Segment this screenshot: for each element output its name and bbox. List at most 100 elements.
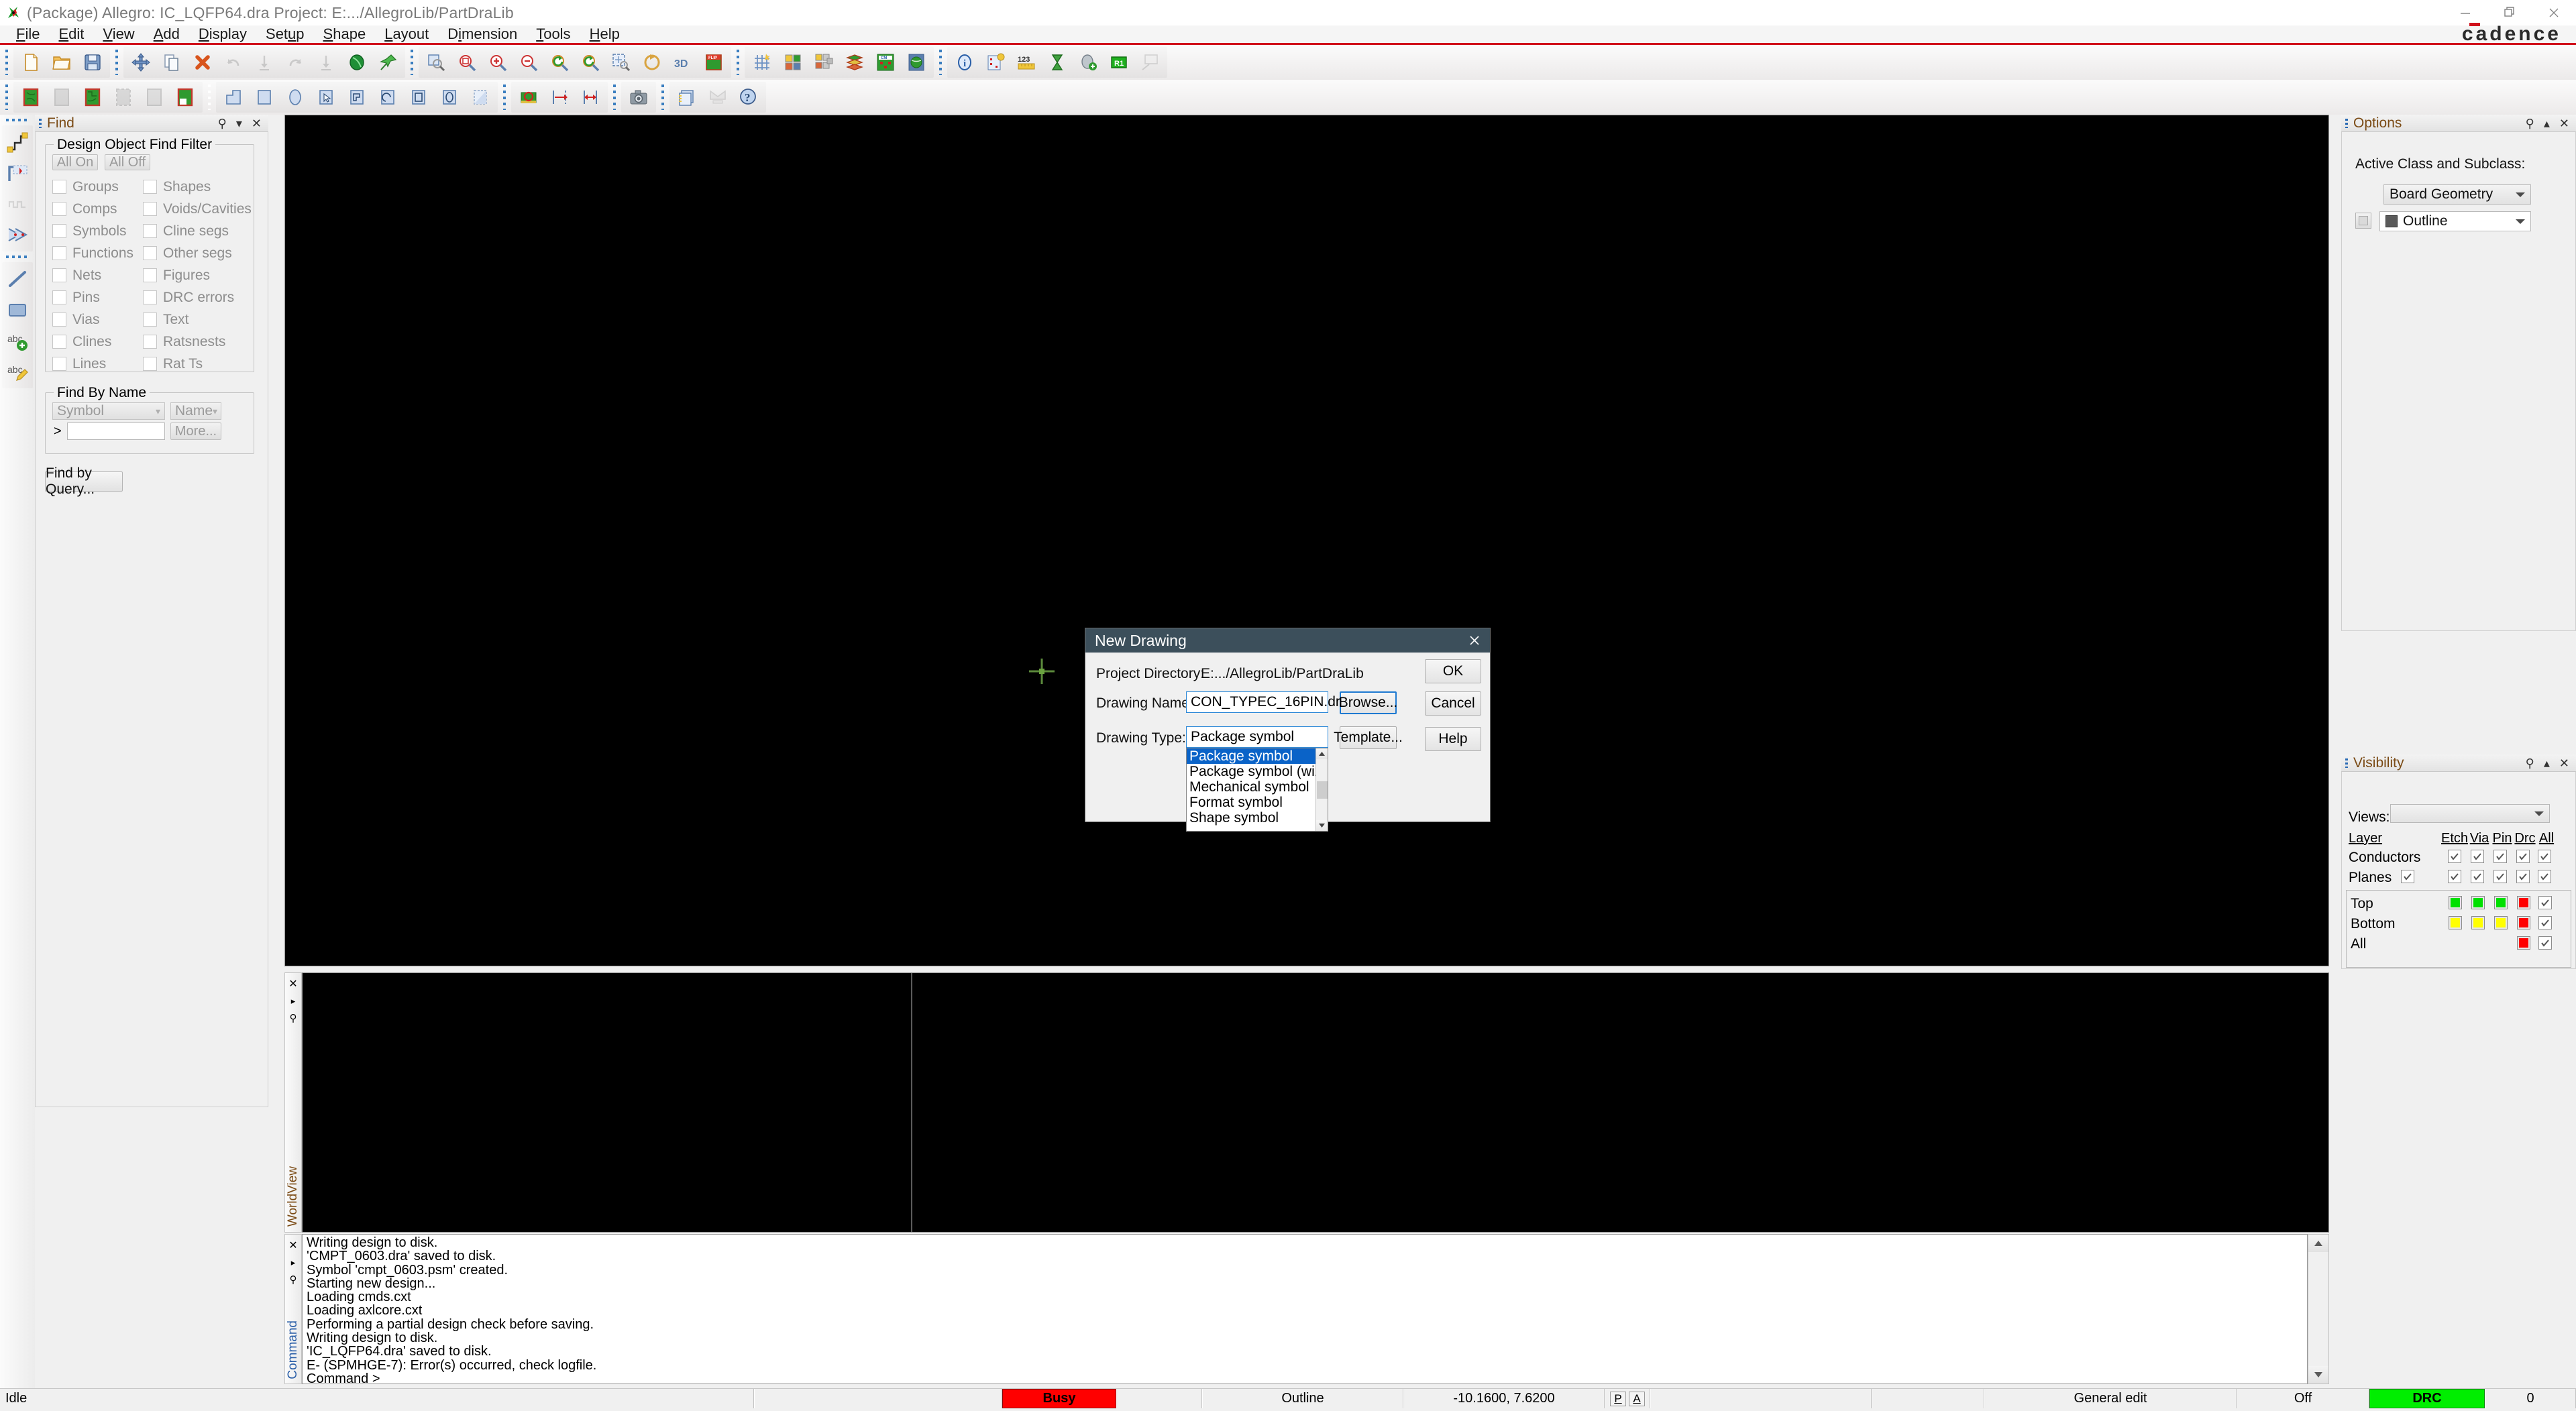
hourglass-icon[interactable] <box>1043 48 1071 76</box>
shape-rect-icon[interactable] <box>405 83 433 111</box>
dropdown-option-package-symbol[interactable]: Package symbol <box>1187 748 1316 764</box>
pin-icon[interactable]: ⚲ <box>290 1012 297 1024</box>
checkbox[interactable] <box>143 290 157 304</box>
find-filter-cline-segs[interactable]: Cline segs <box>143 220 254 242</box>
net-globe-icon[interactable] <box>343 48 371 76</box>
design-canvas[interactable] <box>284 115 2329 966</box>
template-button[interactable]: Template... <box>1334 726 1403 749</box>
shape-arc-icon[interactable] <box>374 83 402 111</box>
screenshot-camera-icon[interactable] <box>625 83 653 111</box>
planes-via-checkbox[interactable] <box>2471 870 2484 883</box>
place-component-icon[interactable] <box>515 83 543 111</box>
planes-pin-checkbox[interactable] <box>2493 870 2507 883</box>
bottom-all-checkbox[interactable] <box>2538 916 2552 929</box>
top-drc-color[interactable] <box>2517 896 2530 909</box>
planes-drc-checkbox[interactable] <box>2516 870 2530 883</box>
checkbox[interactable] <box>52 268 66 282</box>
copy-icon[interactable] <box>158 48 186 76</box>
pin-icon[interactable]: ⚲ <box>290 1274 297 1286</box>
conductors-drc-checkbox[interactable] <box>2516 850 2530 863</box>
help-button[interactable]: Help <box>1425 727 1481 751</box>
active-subclass-select[interactable]: Outline <box>2379 211 2531 231</box>
redraw-icon[interactable] <box>638 48 666 76</box>
pin-icon[interactable]: ⚲ <box>2526 757 2534 769</box>
zoom-center-icon[interactable] <box>576 48 604 76</box>
dropdown-option-mechanical-symbol[interactable]: Mechanical symbol <box>1187 779 1328 795</box>
find-more-button[interactable]: More... <box>170 422 221 440</box>
planes-all-checkbox[interactable] <box>2538 870 2551 883</box>
find-filter-symbols[interactable]: Symbols <box>52 220 146 242</box>
find-object-type-select[interactable]: Symbol ▾ <box>52 402 165 420</box>
top-pin-color[interactable] <box>2494 896 2508 909</box>
checkbox[interactable] <box>143 335 157 349</box>
zoom-previous-icon[interactable] <box>545 48 574 76</box>
checkbox[interactable] <box>52 224 66 238</box>
find-filter-pins[interactable]: Pins <box>52 286 146 308</box>
color-groups-icon[interactable] <box>810 48 838 76</box>
move-icon[interactable] <box>127 48 155 76</box>
find-filter-nets[interactable]: Nets <box>52 264 146 286</box>
checkbox[interactable] <box>52 357 66 371</box>
zoom-in-region-icon[interactable] <box>453 48 481 76</box>
cancel-button[interactable]: Cancel <box>1425 691 1481 716</box>
menu-view[interactable]: View <box>93 25 144 43</box>
find-name-input[interactable] <box>67 422 165 440</box>
zoom-world-icon[interactable] <box>607 48 635 76</box>
console-tab-label[interactable]: Command <box>286 1320 301 1379</box>
zoom-in-icon[interactable] <box>484 48 512 76</box>
add-connect-icon[interactable] <box>3 127 32 158</box>
dim-linear-icon[interactable] <box>576 83 604 111</box>
conductors-all-checkbox[interactable] <box>2538 850 2551 863</box>
board-etch-icon[interactable] <box>17 83 45 111</box>
chevron-up-icon[interactable]: ▴ <box>2544 117 2550 129</box>
all-drc-color[interactable] <box>2517 936 2530 950</box>
find-filter-comps[interactable]: Comps <box>52 198 146 220</box>
close-icon[interactable] <box>2532 0 2576 25</box>
menu-setup[interactable]: Setup <box>256 25 314 43</box>
close-icon[interactable]: ✕ <box>252 117 262 129</box>
find-filter-clines[interactable]: Clines <box>52 331 146 353</box>
measure-123-icon[interactable]: 123 <box>1012 48 1040 76</box>
find-filter-ratsnests[interactable]: Ratsnests <box>143 331 254 353</box>
menu-edit[interactable]: Edit <box>49 25 93 43</box>
console-scrollbar[interactable] <box>2308 1234 2329 1384</box>
pin-push-icon[interactable] <box>374 48 402 76</box>
drawing-type-dropdown-list[interactable]: Package symbol Package symbol (wizard) M… <box>1186 748 1328 832</box>
find-filter-text[interactable]: Text <box>143 308 254 331</box>
all-all-checkbox[interactable] <box>2538 936 2552 950</box>
top-etch-color[interactable] <box>2449 896 2462 909</box>
flip-design-icon[interactable]: FLIP <box>700 48 728 76</box>
planes-etch-checkbox[interactable] <box>2448 870 2461 883</box>
find-filter-drc-errors[interactable]: DRC errors <box>143 286 254 308</box>
scroll-up-icon[interactable] <box>2308 1235 2328 1252</box>
top-all-checkbox[interactable] <box>2538 896 2552 909</box>
menu-shape[interactable]: Shape <box>314 25 376 43</box>
dropdown-scroll-thumb[interactable] <box>1316 781 1328 799</box>
menu-display[interactable]: Display <box>189 25 256 43</box>
find-filter-lines[interactable]: Lines <box>52 353 146 375</box>
open-folder-icon[interactable] <box>48 48 76 76</box>
find-filter-other-segs[interactable]: Other segs <box>143 242 254 264</box>
checkbox[interactable] <box>143 246 157 260</box>
ok-button[interactable]: OK <box>1425 659 1481 683</box>
add-text-icon[interactable]: abc <box>3 325 32 356</box>
constraint-manager-icon[interactable]: CM <box>871 48 900 76</box>
menu-help[interactable]: Help <box>580 25 629 43</box>
close-icon[interactable]: ✕ <box>2559 757 2569 769</box>
menu-add[interactable]: Add <box>144 25 189 43</box>
checkbox[interactable] <box>52 290 66 304</box>
minimize-icon[interactable] <box>2443 0 2487 25</box>
menu-dimension[interactable]: Dimension <box>438 25 527 43</box>
checkbox[interactable] <box>143 313 157 327</box>
find-filter-voids-cavities[interactable]: Voids/Cavities <box>143 198 254 220</box>
delete-x-icon[interactable] <box>189 48 217 76</box>
color-palette-icon[interactable] <box>779 48 807 76</box>
checkbox[interactable] <box>52 246 66 260</box>
dropdown-option-package-symbol-wizard[interactable]: Package symbol (wizard) <box>1187 764 1328 779</box>
dropdown-scrollbar[interactable] <box>1316 748 1328 831</box>
worldview-canvas[interactable] <box>302 972 2329 1233</box>
board-routes-icon[interactable] <box>78 83 107 111</box>
bottom-pin-color[interactable] <box>2494 916 2508 929</box>
new-file-icon[interactable] <box>17 48 45 76</box>
browse-button[interactable]: Browse... <box>1339 691 1397 714</box>
